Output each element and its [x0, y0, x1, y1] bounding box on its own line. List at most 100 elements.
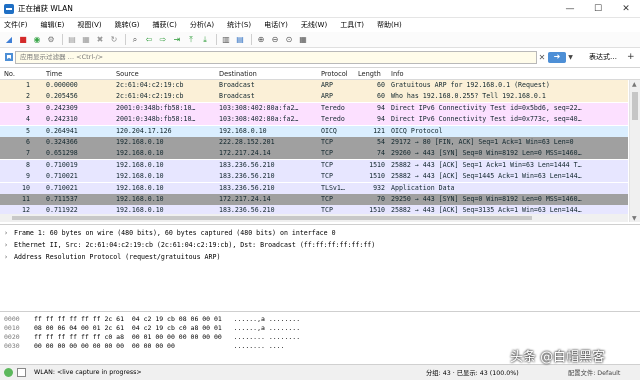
packet-list-horizontal-scrollbar[interactable]	[0, 214, 628, 222]
cell-no: 3	[26, 103, 30, 112]
apply-filter-button[interactable]: ➜	[548, 51, 566, 63]
detail-ethernet-row[interactable]: › Ethernet II, Src: 2c:61:04:c2:19:cb (2c…	[4, 239, 375, 251]
column-header-length[interactable]: Length	[358, 68, 381, 80]
detail-frame-row[interactable]: › Frame 1: 60 bytes on wire (480 bits), 6…	[4, 227, 336, 239]
detail-ethernet-text: Ethernet II, Src: 2c:61:04:c2:19:cb (2c:…	[14, 241, 376, 249]
cell-destination: 103:308:402:80a:fa2…	[219, 103, 299, 112]
packet-row[interactable]: 3 0.242309 2001:0:348b:fb58:10… 103:308:402…	[0, 102, 628, 114]
detail-arp-text: Address Resolution Protocol (request/gra…	[14, 253, 221, 261]
column-header-protocol[interactable]: Protocol	[321, 68, 348, 80]
column-header-destination[interactable]: Destination	[219, 68, 257, 80]
bookmark-filter-icon[interactable]	[3, 51, 15, 63]
scroll-thumb[interactable]	[632, 92, 638, 120]
reload-icon[interactable]: ↻	[108, 34, 120, 46]
filter-history-dropdown-icon[interactable]: ▼	[566, 51, 575, 63]
clear-filter-icon[interactable]: ✕	[537, 51, 547, 63]
packet-row[interactable]: 5 0.264941 120.204.17.126 192.168.0.10 OICQ 1…	[0, 125, 628, 137]
go-to-packet-icon[interactable]: ⇥	[171, 34, 183, 46]
menu-view[interactable]: 视图(V)	[77, 20, 101, 30]
go-forward-icon[interactable]: ⇨	[157, 34, 169, 46]
cell-destination: Broadcast	[219, 81, 255, 89]
close-button[interactable]: ✕	[612, 0, 640, 18]
find-packet-icon[interactable]: ⌕	[129, 34, 141, 46]
cell-length: 932	[373, 183, 385, 192]
packet-row[interactable]: 10 0.710021 192.168.0.10 183.236.56.210 TLSv…	[0, 182, 628, 194]
expand-chevron-icon[interactable]: ›	[4, 251, 14, 263]
cell-info: Gratuitous ARP for 192.168.0.1 (Request)	[391, 81, 550, 89]
packet-row[interactable]: 8 0.710019 192.168.0.10 183.236.56.210 TCP 15…	[0, 159, 628, 171]
packet-row[interactable]: 2 0.205456 2c:61:04:c2:19:cb Broadcast ARP 60…	[0, 91, 628, 103]
menu-telephony[interactable]: 电话(Y)	[264, 20, 288, 30]
bytes-row[interactable]: 0010 08 00 06 04 00 01 2c 61 04 c2 19 cb …	[4, 324, 300, 333]
column-header-info[interactable]: Info	[391, 68, 403, 80]
menu-go[interactable]: 跳转(G)	[115, 20, 140, 30]
zoom-in-icon[interactable]: ⊕	[255, 34, 267, 46]
bytes-ascii: ........ ........	[233, 333, 301, 341]
column-header-time[interactable]: Time	[46, 68, 62, 80]
packet-row[interactable]: 9 0.710021 192.168.0.10 183.236.56.210 TCP 15…	[0, 171, 628, 183]
menu-analyze[interactable]: 分析(A)	[190, 20, 214, 30]
display-filter-input[interactable]	[15, 50, 537, 64]
scroll-up-arrow-icon[interactable]: ▲	[632, 81, 637, 88]
expand-chevron-icon[interactable]: ›	[4, 227, 14, 239]
expression-button[interactable]: 表达式…	[589, 52, 617, 62]
cell-protocol: TCP	[321, 149, 333, 158]
zoom-normal-icon[interactable]: ⊙	[283, 34, 295, 46]
go-back-icon[interactable]: ⇦	[143, 34, 155, 46]
cell-info: Who has 192.168.0.255? Tell 192.168.0.1	[391, 92, 546, 101]
bytes-row[interactable]: 0020 ff ff ff ff ff ff c0 a8 00 01 00 00 …	[4, 333, 300, 342]
resize-columns-icon[interactable]: ▦	[297, 34, 309, 46]
packet-row[interactable]: 1 0.000000 2c:61:04:c2:19:cb Broadcast ARP 60…	[0, 80, 628, 91]
menu-tools[interactable]: 工具(T)	[340, 20, 364, 30]
column-header-source[interactable]: Source	[116, 68, 139, 80]
detail-arp-row[interactable]: › Address Resolution Protocol (request/gr…	[4, 251, 220, 263]
autoscroll-icon[interactable]: ▥	[220, 34, 232, 46]
go-first-icon[interactable]: ⤒	[185, 34, 197, 46]
close-file-icon[interactable]: ✖	[94, 34, 106, 46]
menu-capture[interactable]: 捕获(C)	[153, 20, 177, 30]
expert-info-icon[interactable]	[17, 368, 26, 377]
expand-chevron-icon[interactable]: ›	[4, 239, 14, 251]
cell-info: OICQ Protocol	[391, 126, 443, 135]
go-last-icon[interactable]: ⤓	[199, 34, 211, 46]
stop-capture-icon[interactable]: ■	[17, 34, 29, 46]
menu-edit[interactable]: 编辑(E)	[41, 20, 65, 30]
status-profile[interactable]: 配置文件: Default	[568, 368, 620, 377]
bytes-row[interactable]: 0030 00 00 00 00 00 00 00 00 00 00 00 00 …	[4, 342, 284, 351]
wireshark-app-icon	[4, 3, 14, 14]
capture-status-icon[interactable]	[4, 368, 13, 377]
minimize-button[interactable]: —	[556, 0, 584, 18]
status-packet-counts: 分组: 43 · 已显示: 43 (100.0%)	[426, 370, 519, 377]
shark-fin-start-icon[interactable]: ◢	[3, 34, 15, 46]
zoom-out-icon[interactable]: ⊖	[269, 34, 281, 46]
menu-wireless[interactable]: 无线(W)	[301, 20, 327, 30]
scroll-down-arrow-icon[interactable]: ▼	[632, 215, 637, 222]
horizontal-scroll-thumb[interactable]	[12, 216, 532, 220]
cell-destination: Broadcast	[219, 92, 255, 101]
cell-no: 11	[22, 195, 30, 203]
restart-capture-icon[interactable]: ◉	[31, 34, 43, 46]
bytes-hex: ff ff ff ff ff ff c0 a8 00 01 00 00 00 0…	[34, 333, 222, 341]
detail-frame-text: Frame 1: 60 bytes on wire (480 bits), 60…	[14, 229, 336, 237]
bytes-row[interactable]: 0000 ff ff ff ff ff ff 2c 61 04 c2 19 cb …	[4, 315, 300, 324]
column-header-no[interactable]: No.	[4, 68, 15, 80]
add-filter-button[interactable]: +	[627, 52, 635, 62]
packet-row[interactable]: 4 0.242310 2001:0:348b:fb58:10… 103:308:402…	[0, 114, 628, 126]
packet-row[interactable]: 6 0.324366 192.168.0.10 222.28.152.201 TCP 54…	[0, 137, 628, 148]
maximize-button[interactable]: ☐	[584, 0, 612, 18]
capture-options-icon[interactable]: ⚙	[45, 34, 57, 46]
cell-destination: 183.236.56.210	[219, 172, 275, 181]
packet-row[interactable]: 7 0.651298 192.168.0.10 172.217.24.14 TCP 74 2…	[0, 148, 628, 160]
open-file-icon[interactable]: ▤	[66, 34, 78, 46]
cell-destination: 183.236.56.210	[219, 183, 275, 192]
packet-list-vertical-scrollbar[interactable]: ▲ ▼	[629, 80, 640, 222]
menu-statistics[interactable]: 统计(S)	[227, 20, 251, 30]
menu-help[interactable]: 帮助(H)	[377, 20, 402, 30]
packet-row[interactable]: 11 0.711537 192.168.0.10 172.217.24.14 TCP 70…	[0, 194, 628, 205]
colorize-icon[interactable]: ▤	[234, 34, 246, 46]
cell-time: 0.000000	[46, 81, 78, 89]
menu-file[interactable]: 文件(F)	[4, 20, 28, 30]
cell-destination: 172.217.24.14	[219, 195, 271, 203]
cell-destination: 222.28.152.201	[219, 138, 275, 146]
save-file-icon[interactable]: ▦	[80, 34, 92, 46]
